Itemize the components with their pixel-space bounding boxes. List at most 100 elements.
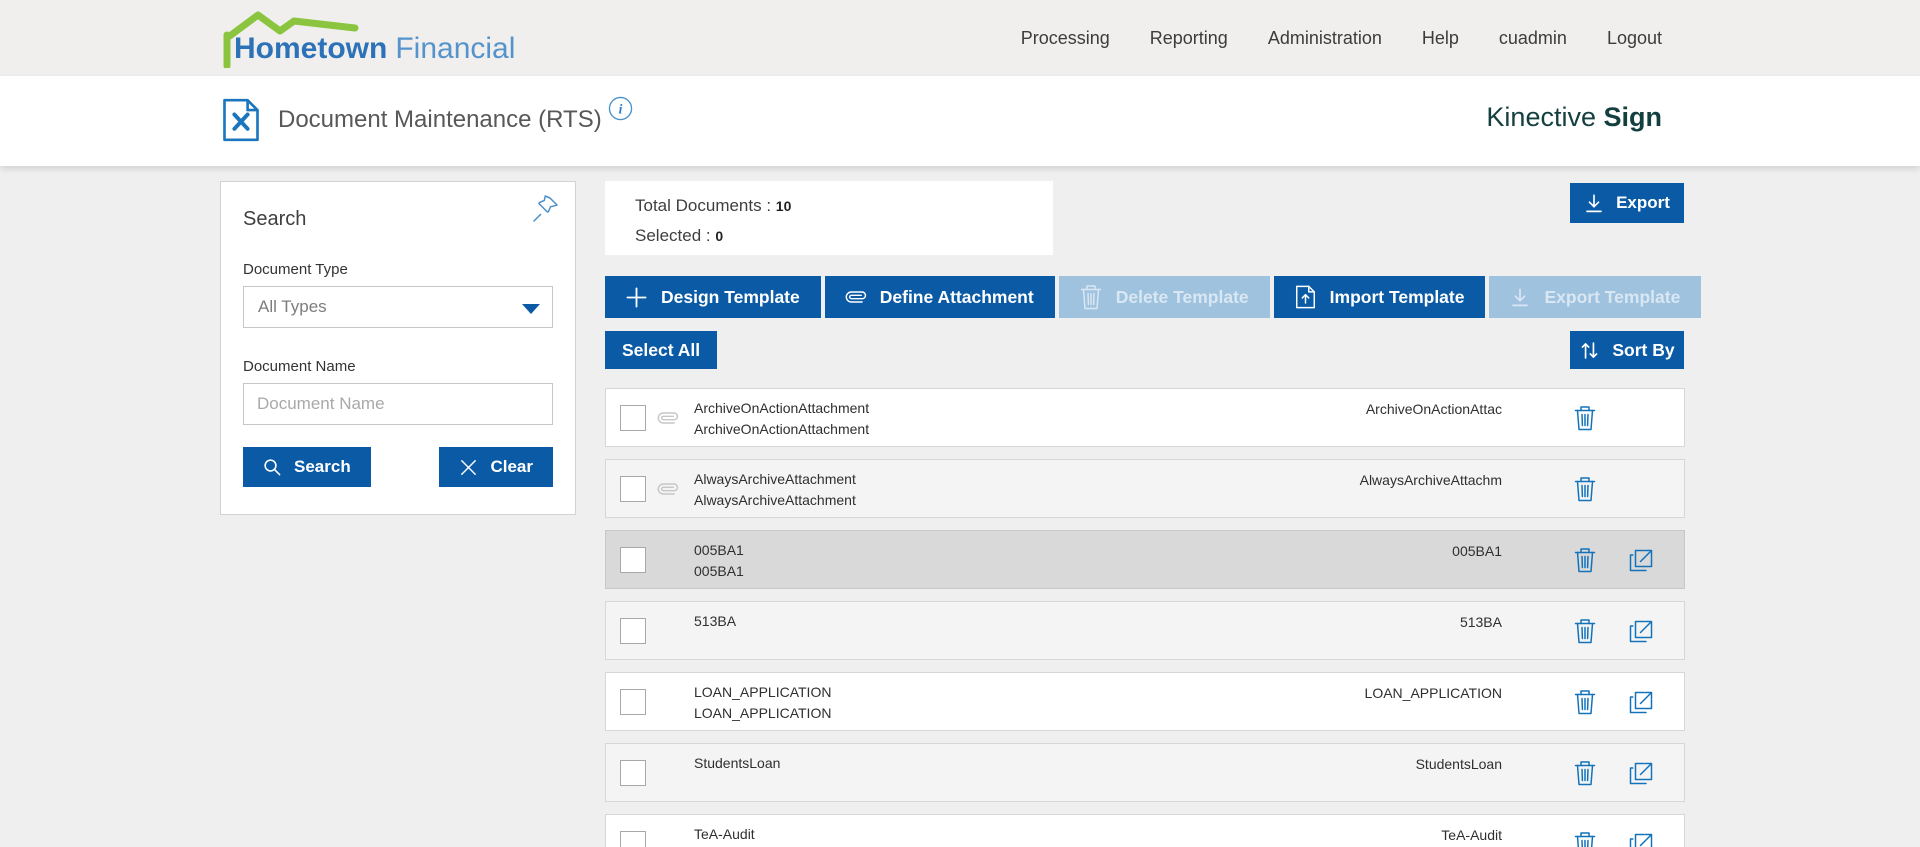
document-name-input[interactable]	[243, 383, 553, 425]
export-row-icon[interactable]	[1628, 547, 1654, 573]
search-icon	[263, 458, 282, 477]
clear-button[interactable]: Clear	[439, 447, 553, 487]
row-checkbox[interactable]	[620, 688, 646, 715]
row-checkbox[interactable]	[620, 617, 646, 644]
document-name: StudentsLoan	[694, 755, 781, 771]
info-icon[interactable]: i	[608, 96, 633, 121]
toolbar-button-label: Delete Template	[1115, 286, 1249, 307]
trash-icon	[1080, 284, 1102, 310]
delete-row-icon[interactable]	[1574, 547, 1596, 573]
nav-items: Processing Reporting Administration Help cua…	[1021, 0, 1662, 76]
template-toolbar: Design Template Define Attachment Delete T…	[605, 276, 1702, 318]
page: Hometown Financial Processing Reporting Adm…	[0, 0, 1920, 847]
total-documents-value: 10	[775, 198, 792, 214]
pushpin-icon[interactable]	[531, 194, 561, 224]
document-row: ArchiveOnActionAttachment ArchiveOnAction…	[605, 388, 1685, 447]
brand-logo[interactable]: Hometown Financial	[222, 6, 542, 72]
close-icon	[459, 458, 478, 477]
document-name-label: Document Name	[243, 358, 356, 375]
nav-item-reporting[interactable]: Reporting	[1150, 28, 1228, 49]
document-name: ArchiveOnActionAttachment	[694, 400, 870, 416]
search-button[interactable]: Search	[243, 447, 371, 487]
toolbar-button-label: Define Attachment	[879, 286, 1034, 307]
document-name: LOAN_APPLICATION	[694, 684, 832, 700]
select-all-button[interactable]: Select All	[605, 331, 718, 369]
page-title: Document Maintenance (RTS)	[278, 106, 602, 133]
import-template-button[interactable]: Import Template	[1273, 276, 1486, 318]
kinective-sign-logo: Kinective Sign	[1486, 102, 1662, 133]
design-template-button[interactable]: Design Template	[605, 276, 821, 318]
selected-value: 0	[715, 228, 724, 244]
page-header: Document Maintenance (RTS) i Kinective S…	[0, 76, 1920, 166]
delete-row-icon[interactable]	[1574, 618, 1596, 644]
brand-suffix: Financial	[395, 32, 516, 65]
document-row: TeA-Audit TeA-Audit	[605, 814, 1685, 847]
row-checkbox[interactable]	[620, 546, 646, 573]
document-row: LOAN_APPLICATION LOAN_APPLICATION LOAN_APP…	[605, 672, 1685, 731]
document-subname: 005BA1	[694, 563, 744, 579]
nav-item-processing[interactable]: Processing	[1021, 28, 1110, 49]
document-row: AlwaysArchiveAttachment AlwaysArchiveAtta…	[605, 459, 1685, 518]
document-name: TeA-Audit	[694, 826, 755, 842]
document-type-name: 513BA	[1459, 614, 1502, 630]
export-row-icon[interactable]	[1628, 689, 1654, 715]
export-button[interactable]: Export	[1570, 183, 1684, 223]
export-template-button[interactable]: Export Template	[1489, 276, 1702, 318]
search-panel-title: Search	[243, 208, 307, 230]
row-checkbox[interactable]	[620, 830, 646, 847]
sort-arrows-icon	[1579, 340, 1600, 361]
delete-row-icon[interactable]	[1574, 689, 1596, 715]
delete-row-icon[interactable]	[1574, 476, 1596, 502]
document-name: 005BA1	[694, 542, 744, 558]
document-type-name: ArchiveOnActionAttac	[1365, 401, 1502, 417]
download-icon	[1510, 287, 1530, 308]
define-attachment-button[interactable]: Define Attachment	[824, 276, 1055, 318]
search-panel: Search Document Type All Types Document …	[220, 181, 576, 515]
kinective-bold: Sign	[1603, 102, 1663, 132]
nav-item-cuadmin[interactable]: cuadmin	[1499, 28, 1567, 49]
delete-row-icon[interactable]	[1574, 831, 1596, 847]
nav-item-administration[interactable]: Administration	[1268, 28, 1382, 49]
top-navbar: Hometown Financial Processing Reporting Adm…	[0, 0, 1920, 76]
brand-name: Hometown	[234, 32, 388, 65]
document-list: ArchiveOnActionAttachment ArchiveOnAction…	[605, 388, 1685, 847]
document-subname: AlwaysArchiveAttachment	[694, 492, 856, 508]
nav-item-logout[interactable]: Logout	[1607, 28, 1662, 49]
toolbar-button-label: Export Template	[1544, 286, 1681, 307]
document-type-value: All Types	[258, 297, 327, 316]
document-x-icon	[222, 98, 260, 142]
export-row-icon[interactable]	[1628, 760, 1654, 786]
document-name: 513BA	[694, 613, 737, 629]
document-type-name: StudentsLoan	[1415, 756, 1502, 772]
document-name: AlwaysArchiveAttachment	[694, 471, 856, 487]
export-row-icon[interactable]	[1628, 831, 1654, 847]
document-row: StudentsLoan StudentsLoan	[605, 743, 1685, 802]
row-checkbox[interactable]	[620, 475, 646, 502]
delete-row-icon[interactable]	[1574, 405, 1596, 431]
plus-icon	[626, 287, 647, 308]
document-type-name: 005BA1	[1452, 543, 1502, 559]
sort-by-button[interactable]: Sort By	[1570, 331, 1684, 369]
document-row: 513BA 513BA	[605, 601, 1685, 660]
document-type-name: TeA-Audit	[1441, 827, 1502, 843]
nav-item-help[interactable]: Help	[1422, 28, 1459, 49]
toolbar-button-label: Design Template	[661, 286, 800, 307]
document-type-label: Document Type	[243, 261, 348, 278]
document-type-select[interactable]: All Types	[243, 286, 553, 328]
import-icon	[1295, 285, 1316, 309]
selected-label: Selected :	[635, 226, 711, 245]
kinective-name: Kinective	[1486, 102, 1596, 132]
document-subname: ArchiveOnActionAttachment	[694, 421, 870, 437]
total-documents-label: Total Documents :	[635, 196, 772, 215]
svg-text:i: i	[618, 101, 622, 116]
chevron-down-icon	[522, 304, 540, 314]
paperclip-icon	[845, 284, 866, 310]
download-icon	[1584, 193, 1604, 214]
export-row-icon[interactable]	[1628, 618, 1654, 644]
summary-box: Total Documents : 10 Selected : 0	[605, 181, 1053, 255]
delete-row-icon[interactable]	[1574, 760, 1596, 786]
row-checkbox[interactable]	[620, 404, 646, 431]
row-checkbox[interactable]	[620, 759, 646, 786]
delete-template-button[interactable]: Delete Template	[1058, 276, 1270, 318]
toolbar-button-label: Import Template	[1329, 286, 1465, 307]
